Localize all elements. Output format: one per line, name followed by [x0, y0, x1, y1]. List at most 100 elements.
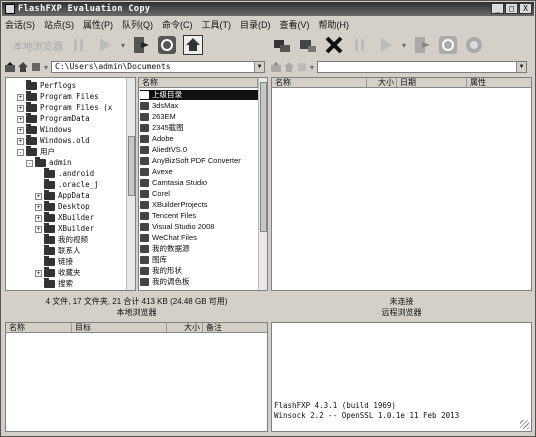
collapse-icon[interactable]: - [17, 148, 24, 156]
minimize-button[interactable]: _ [491, 3, 504, 14]
disconnect-icon[interactable] [324, 35, 344, 55]
pause-icon[interactable] [350, 35, 370, 55]
menu-directory[interactable]: 目录(D) [240, 18, 271, 31]
column-name[interactable]: 名称 [272, 78, 367, 87]
remote-path-field[interactable]: ▼ [317, 61, 528, 73]
home-small-icon[interactable] [284, 62, 294, 72]
file-row[interactable]: 2345截图 [140, 123, 258, 133]
column-size[interactable]: 大小 [367, 78, 397, 87]
collapse-icon[interactable]: - [26, 159, 33, 167]
bookmark-icon[interactable] [297, 62, 307, 72]
file-list-scrollbar[interactable] [258, 78, 267, 290]
tree-item[interactable]: - 用户 [17, 146, 55, 157]
tree-item[interactable]: + AppData [35, 190, 90, 201]
menu-queue[interactable]: 队列(Q) [122, 18, 153, 31]
refresh-icon[interactable] [157, 35, 177, 55]
expand-icon[interactable]: + [17, 93, 24, 101]
file-row[interactable]: 263EM [140, 112, 258, 122]
file-row[interactable]: 我的调色板 [140, 277, 258, 287]
tree-item[interactable]: + Program Files (x [17, 102, 112, 113]
tree-item[interactable]: + Windows [17, 124, 72, 135]
tree-item[interactable]: 链接 [35, 256, 73, 267]
home-small-icon[interactable] [18, 62, 28, 72]
file-row[interactable]: Corel [140, 189, 258, 199]
chevron-down-icon[interactable]: ▼ [516, 62, 527, 72]
menu-session[interactable]: 会话(S) [5, 18, 35, 31]
resize-grip[interactable] [520, 420, 529, 429]
expand-icon[interactable]: + [17, 115, 24, 123]
queue-column-target[interactable]: 目标 [72, 323, 167, 332]
local-file-list[interactable]: 名称 上级目录 3dsMax 263EM 2345截图 Adobe AliedtVS.0 A… [138, 77, 268, 291]
file-row[interactable]: 我的形状 [140, 266, 258, 276]
play-icon[interactable] [376, 35, 396, 55]
expand-icon[interactable]: + [17, 137, 24, 145]
expand-icon[interactable]: + [17, 104, 24, 112]
column-attributes[interactable]: 属性 [467, 78, 531, 87]
file-row[interactable]: Camtasia Studio [140, 178, 258, 188]
refresh-icon[interactable] [438, 35, 458, 55]
file-row[interactable]: 我的数据源 [140, 244, 258, 254]
bookmark-dropdown-icon[interactable]: ▾ [44, 63, 48, 72]
play-icon[interactable] [95, 35, 115, 55]
tree-item[interactable]: .android [35, 168, 94, 179]
play-dropdown-icon[interactable]: ▾ [402, 41, 406, 50]
tree-item[interactable]: 我的视频 [35, 234, 88, 245]
column-name[interactable]: 名称 [139, 78, 258, 87]
tree-item[interactable]: + XBuilder [35, 212, 94, 223]
expand-icon[interactable]: + [35, 192, 42, 200]
home-icon[interactable] [183, 35, 204, 55]
globe-icon[interactable] [464, 35, 484, 55]
expand-icon[interactable]: + [17, 126, 24, 134]
queue-column-size[interactable]: 大小 [167, 323, 203, 332]
status-log[interactable]: FlashFXP 4.3.1 (build 1969) Winsock 2.2 … [271, 322, 532, 432]
bookmark-dropdown-icon[interactable]: ▾ [310, 63, 314, 72]
file-row[interactable]: AnyBizSoft PDF Converter [140, 156, 258, 166]
file-row[interactable]: 图库 [140, 255, 258, 265]
menu-sites[interactable]: 站点(S) [44, 18, 74, 31]
queue-column-notes[interactable]: 备注 [203, 323, 267, 332]
local-path-field[interactable]: C:\Users\admin\Documents ▼ [51, 61, 266, 73]
file-row[interactable]: Visual Studio 2008 [140, 222, 258, 232]
connect-icon[interactable] [272, 35, 292, 55]
menu-options[interactable]: 属性(P) [83, 18, 113, 31]
refresh-transfer-icon[interactable] [412, 35, 432, 55]
tree-item[interactable]: .oracle_j [35, 179, 99, 190]
tree-item[interactable]: 搜索 [35, 278, 73, 289]
remote-file-list[interactable]: 名称 大小 日期 属性 [271, 77, 532, 291]
queue-column-name[interactable]: 名称 [6, 323, 72, 332]
play-dropdown-icon[interactable]: ▾ [121, 41, 125, 50]
file-row[interactable]: 3dsMax [140, 101, 258, 111]
folder-up-icon[interactable] [271, 62, 281, 72]
tree-item[interactable]: + XBuilder [35, 223, 94, 234]
parent-directory-row[interactable]: 上级目录 [140, 90, 258, 100]
menu-view[interactable]: 查看(V) [280, 18, 310, 31]
maximize-button[interactable]: □ [505, 3, 518, 14]
tree-item[interactable]: - admin [26, 157, 72, 168]
menu-help[interactable]: 帮助(H) [319, 18, 350, 31]
tree-item[interactable]: + Desktop [35, 201, 90, 212]
tree-item[interactable]: 联系人 [35, 245, 81, 256]
pause-icon[interactable] [69, 35, 89, 55]
menu-commands[interactable]: 命令(C) [162, 18, 193, 31]
expand-icon[interactable]: + [35, 203, 42, 211]
bookmark-icon[interactable] [31, 62, 41, 72]
tree-item[interactable]: Perflogs [17, 80, 76, 91]
file-row[interactable]: AliedtVS.0 [140, 145, 258, 155]
tree-item[interactable]: + Program Files [17, 91, 99, 102]
file-row[interactable]: WeChat Files [140, 233, 258, 243]
tree-scrollbar-thumb[interactable] [128, 136, 135, 196]
tree-item[interactable]: + Windows.old [17, 135, 90, 146]
refresh-transfer-icon[interactable] [131, 35, 151, 55]
file-row[interactable]: Avexe [140, 167, 258, 177]
file-list-scrollbar-thumb[interactable] [260, 82, 267, 232]
quick-connect-icon[interactable] [298, 35, 318, 55]
tree-scrollbar[interactable] [126, 78, 135, 290]
expand-icon[interactable]: + [35, 269, 42, 277]
column-date[interactable]: 日期 [397, 78, 467, 87]
tree-item[interactable]: + 收藏夹 [35, 267, 81, 278]
folder-up-icon[interactable] [5, 62, 15, 72]
expand-icon[interactable]: + [35, 225, 42, 233]
expand-icon[interactable]: + [35, 214, 42, 222]
transfer-queue[interactable]: 名称 目标 大小 备注 [5, 322, 268, 432]
file-row[interactable]: Tencent Files [140, 211, 258, 221]
